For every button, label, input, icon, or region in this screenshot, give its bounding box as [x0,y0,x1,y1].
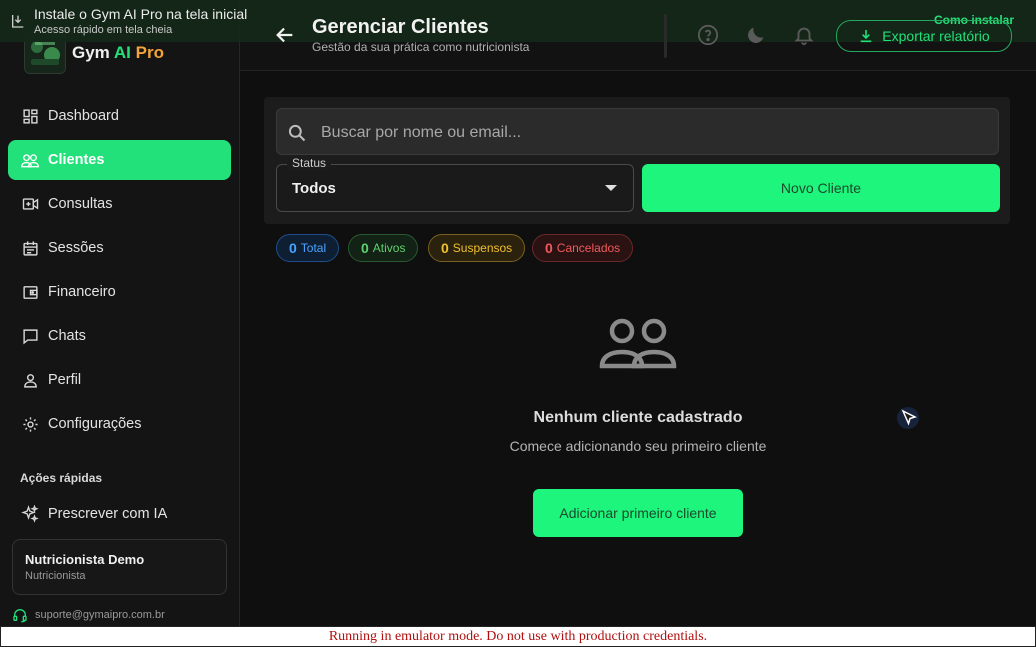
install-app-icon [10,13,26,29]
sidebar-item-label: Dashboard [48,108,119,124]
support-link[interactable]: suporte@gymaipro.com.br [12,607,165,623]
chip-label: Suspensos [452,241,513,255]
chip-count: 0 [361,240,369,256]
quick-actions-title: Ações rápidas [20,471,103,485]
video-call-icon [21,195,39,213]
sidebar-item-label: Clientes [48,152,105,168]
install-banner-title: Instale o Gym AI Pro na tela inicial [34,6,248,22]
chip-cancelados[interactable]: 0 Cancelados [532,234,634,262]
sidebar-item-label: Chats [48,328,86,344]
chip-ativos[interactable]: 0 Ativos [348,234,419,262]
sidebar-item-dashboard[interactable]: Dashboard [8,96,231,136]
status-value: Todos [292,180,336,197]
empty-state-title: Nenhum cliente cadastrado [533,409,743,426]
add-first-client-button[interactable]: Adicionar primeiro cliente [533,489,743,537]
sparkles-icon [21,505,39,523]
chip-label: Total [300,241,327,255]
export-report-label: Exportar relatório [882,28,990,44]
search-box[interactable] [276,108,999,156]
search-icon [287,123,307,143]
chip-count: 0 [441,240,449,256]
chip-count: 0 [545,240,553,256]
chip-suspensos[interactable]: 0 Suspensos [428,234,526,262]
dark-mode-icon[interactable] [745,24,767,46]
chip-total[interactable]: 0 Total [276,234,340,262]
gear-icon [21,415,39,433]
download-icon [860,30,872,43]
page-title: Gerenciar Clientes [312,16,489,38]
back-arrow-icon[interactable] [274,24,296,46]
chat-icon [21,327,39,345]
chip-count: 0 [289,240,297,256]
page-subtitle: Gestão da sua prática como nutricionista [312,40,530,54]
person-icon [21,371,39,389]
mouse-cursor-icon [895,405,921,431]
dashboard-icon [21,107,39,125]
calendar-icon [21,239,39,257]
user-card[interactable]: Nutricionista Demo Nutricionista [12,539,227,595]
sidebar-item-sessoes[interactable]: Sessões [8,228,231,268]
sidebar-item-consultas[interactable]: Consultas [8,184,231,224]
sidebar-item-label: Sessões [48,240,104,256]
chevron-down-icon [605,185,617,191]
quick-action-prescrever-ia[interactable]: Prescrever com IA [8,494,231,534]
quick-action-label: Prescrever com IA [48,506,168,522]
bell-icon[interactable] [793,24,815,46]
help-icon[interactable] [697,24,719,46]
app-name: Gym AI Pro [72,43,164,62]
sidebar-item-chats[interactable]: Chats [8,316,231,356]
sidebar-item-perfil[interactable]: Perfil [8,360,231,400]
sidebar-item-label: Perfil [48,372,82,388]
sidebar-item-financeiro[interactable]: Financeiro [8,272,231,312]
user-name: Nutricionista Demo [25,552,145,567]
chip-label: Cancelados [556,241,621,255]
search-input[interactable] [319,109,983,156]
sidebar: Gym AI Pro Dashboard Clientes Consultas … [0,0,240,626]
header-divider [664,14,667,58]
headset-icon [12,607,28,623]
sidebar-item-configuracoes[interactable]: Configurações [8,404,231,444]
sidebar-item-label: Configurações [48,416,142,432]
emulator-notice: Running in emulator mode. Do not use wit… [0,626,1036,647]
status-select[interactable]: Status Todos [276,156,634,212]
wallet-icon [21,283,39,301]
user-role: Nutricionista [25,570,86,582]
sidebar-item-clientes[interactable]: Clientes [8,140,231,180]
chip-label: Ativos [372,241,406,255]
users-icon [21,151,39,169]
status-label: Status [287,156,332,170]
sidebar-item-label: Consultas [48,196,113,212]
export-report-button[interactable]: Exportar relatório [836,20,1012,52]
new-client-button[interactable]: Novo Cliente [642,164,1000,212]
empty-state-subtitle: Comece adicionando seu primeiro cliente [509,438,767,454]
sidebar-item-label: Financeiro [48,284,116,300]
install-banner-subtitle: Acesso rápido em tela cheia [34,24,173,36]
users-outline-icon [598,316,678,372]
support-email: suporte@gymaipro.com.br [35,609,165,621]
